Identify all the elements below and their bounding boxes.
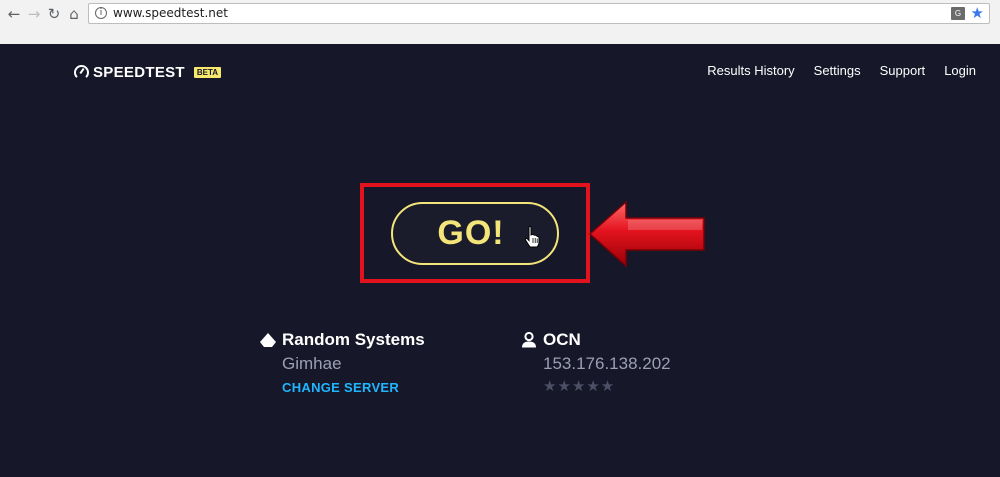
back-icon[interactable]: ← (4, 4, 24, 24)
bookmark-star-icon[interactable]: ★ (971, 4, 984, 23)
nav-support[interactable]: Support (880, 63, 926, 78)
user-icon (522, 332, 536, 348)
reload-icon[interactable]: ↻ (44, 4, 64, 24)
address-bar[interactable]: i www.speedtest.net G ★ (88, 3, 990, 24)
ip-address: 153.176.138.202 (543, 354, 671, 373)
isp-info: OCN 153.176.138.202 ★★★★★ (521, 330, 671, 395)
home-icon[interactable]: ⌂ (64, 4, 84, 24)
url-text[interactable]: www.speedtest.net (113, 6, 228, 20)
server-name: Random Systems (282, 330, 425, 349)
translate-icon[interactable]: G (951, 7, 965, 20)
speedtest-logo[interactable]: SPEEDTEST BETA (74, 64, 222, 81)
nav-login[interactable]: Login (944, 63, 976, 78)
beta-badge: BETA (193, 67, 222, 78)
nav-settings[interactable]: Settings (814, 63, 861, 78)
server-info: Random Systems Gimhae CHANGE SERVER (260, 330, 425, 397)
browser-chrome: ← → ↻ ⌂ i www.speedtest.net G ★ (0, 0, 1000, 44)
gauge-icon (74, 65, 89, 80)
top-nav: Results History Settings Support Login (688, 63, 976, 78)
nav-results-history[interactable]: Results History (707, 63, 794, 78)
logo-text: SPEEDTEST (93, 64, 185, 81)
red-arrow-icon (588, 200, 705, 268)
change-server-link[interactable]: CHANGE SERVER (282, 380, 399, 395)
server-location: Gimhae (282, 354, 342, 373)
go-label: GO! (437, 214, 505, 252)
info-icon[interactable]: i (95, 7, 107, 19)
hand-cursor-icon (524, 226, 540, 248)
forward-icon[interactable]: → (24, 4, 44, 24)
browser-toolbar: ← → ↻ ⌂ i www.speedtest.net G ★ (0, 0, 1000, 28)
server-icon (260, 333, 276, 347)
isp-rating-stars[interactable]: ★★★★★ (543, 377, 671, 395)
isp-name: OCN (543, 330, 581, 349)
